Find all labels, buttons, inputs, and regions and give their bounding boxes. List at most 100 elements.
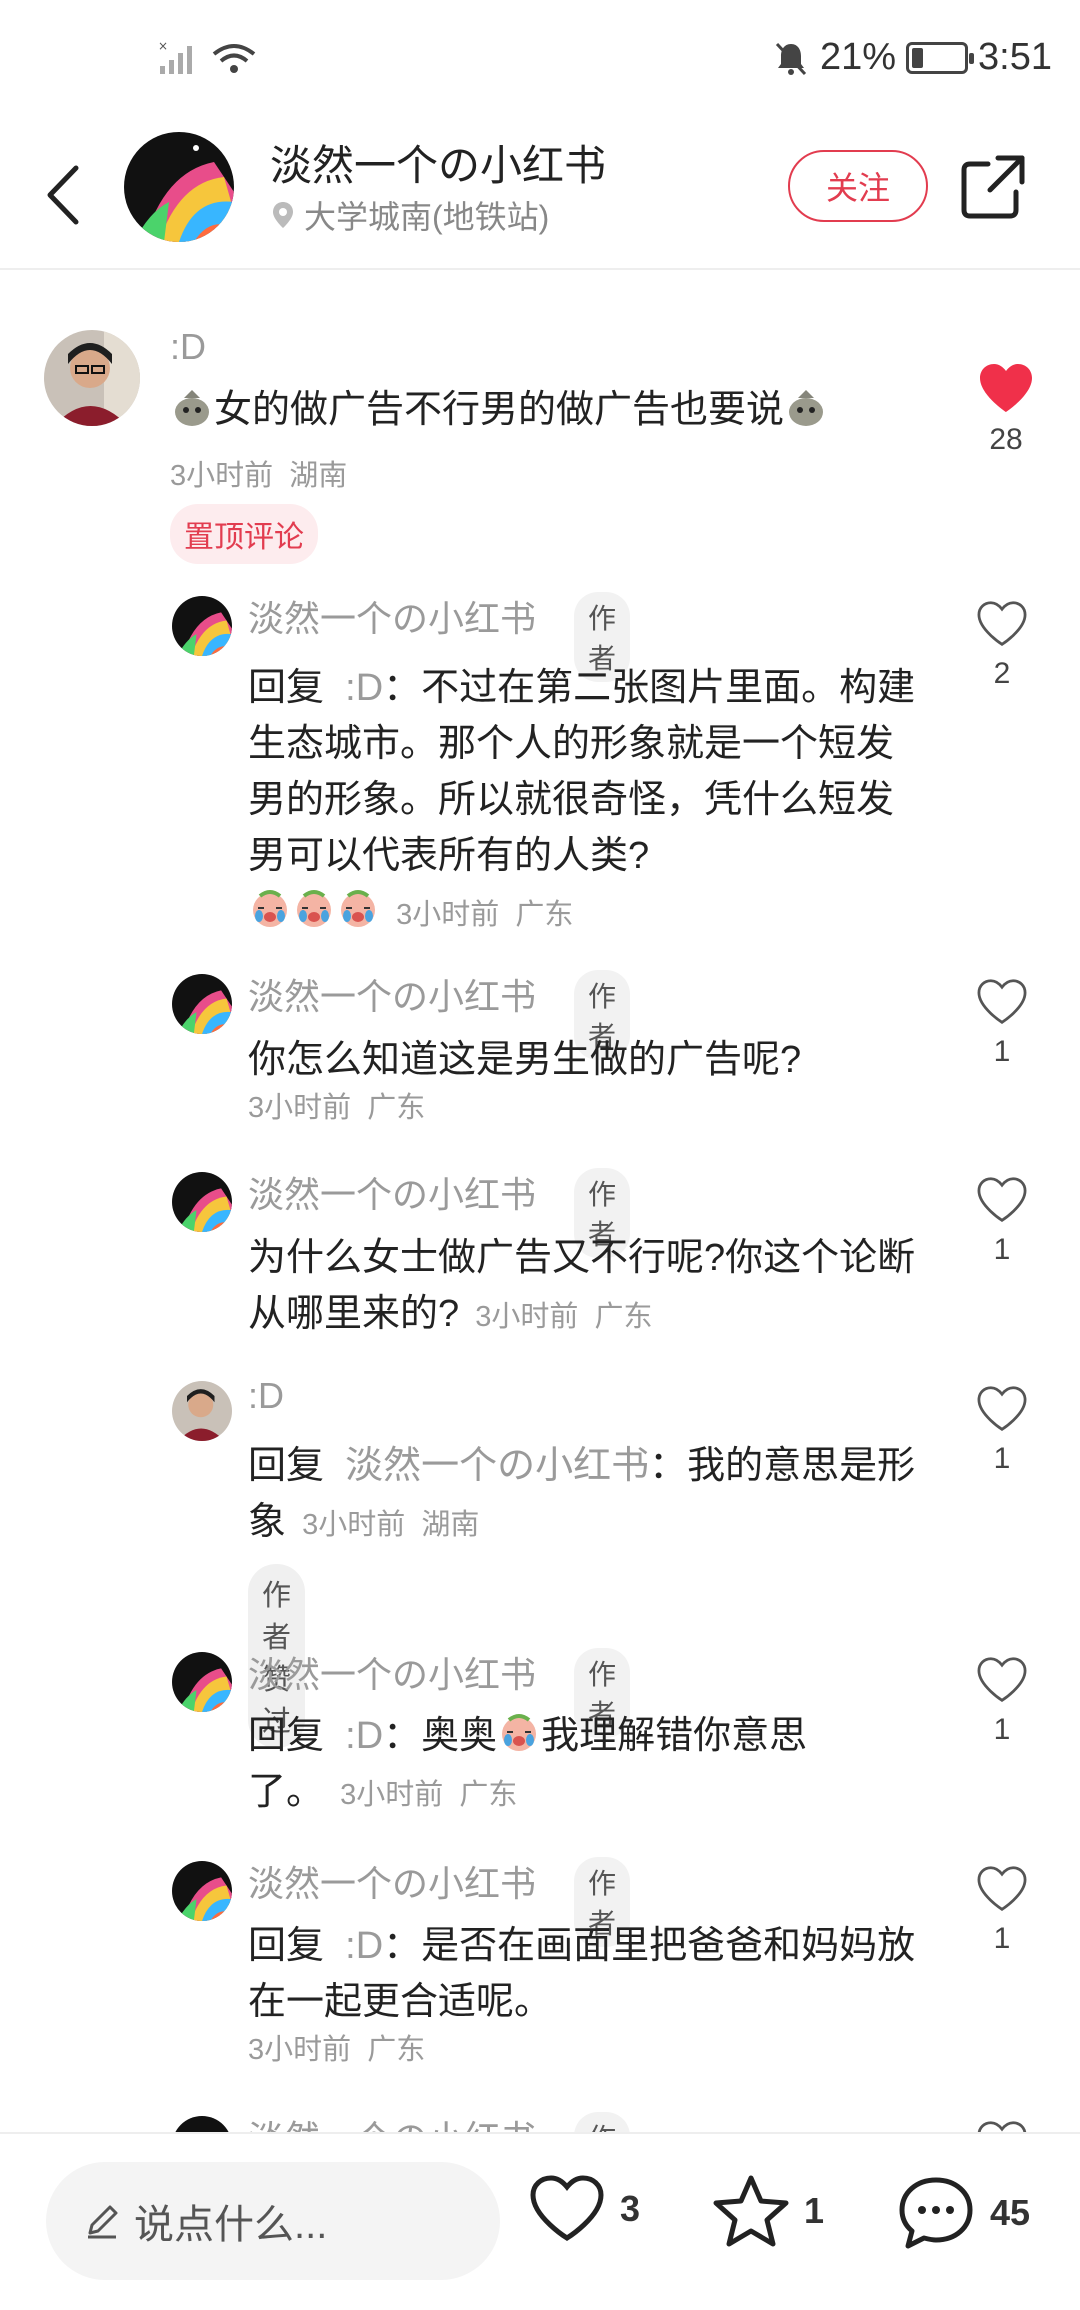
post-location[interactable]: 大学城南(地铁站)	[270, 192, 549, 238]
reply-region: 广东	[367, 2034, 426, 2066]
author-name[interactable]: 淡然一个の小红书	[270, 132, 606, 193]
reply-like-button[interactable]: 1	[962, 1656, 1042, 1747]
money-bag-emoji-icon	[175, 390, 209, 426]
pinned-badge: 置顶评论	[170, 504, 318, 564]
reply-meta: 3小时前 湖南	[286, 1509, 479, 1541]
svg-text:×: ×	[158, 40, 168, 53]
reply-meta: 3小时前 广东	[248, 1088, 928, 1128]
heart-outline-icon	[977, 1866, 1027, 1911]
reply-avatar[interactable]	[172, 1172, 232, 1232]
battery-percent: 21%	[819, 36, 897, 78]
commenter-avatar[interactable]	[44, 330, 140, 426]
reply-username[interactable]: 淡然一个の小红书	[248, 590, 536, 642]
post-like-button[interactable]: 3	[528, 2174, 640, 2244]
status-left: ×	[158, 40, 258, 76]
crying-face-emoji-icon	[253, 890, 287, 927]
reply-like-count: 1	[993, 1713, 1011, 1746]
reply-like-button[interactable]: 1	[962, 1865, 1042, 1956]
reply-avatar[interactable]	[172, 974, 232, 1034]
reply-like-button[interactable]: 1	[962, 1385, 1042, 1476]
post-comment-button[interactable]: 45	[896, 2174, 1030, 2252]
crying-face-emoji-icon	[502, 1714, 537, 1751]
back-arrow-icon[interactable]	[36, 150, 96, 240]
post-collect-count: 1	[804, 2190, 825, 2231]
reply-text: 为什么女士做广告又不行呢?你这个论断从哪里来的? 3小时前 广东	[248, 1230, 928, 1345]
battery-level	[912, 47, 924, 68]
heart-filled-icon	[980, 364, 1032, 412]
reply-time: 3小时前	[475, 1301, 579, 1333]
reply-body-a: 奥奥	[421, 1715, 498, 1757]
reply-region: 广东	[515, 899, 574, 931]
reply-avatar[interactable]	[172, 1381, 232, 1441]
reply-meta: 3小时前 广东	[248, 2030, 928, 2070]
reply-username[interactable]: 淡然一个の小红书	[248, 968, 536, 1020]
reply-username[interactable]: 淡然一个の小红书	[248, 1855, 536, 1907]
avatar-art-icon	[172, 974, 232, 1034]
heart-outline-icon	[977, 1657, 1027, 1702]
reply-text: 你怎么知道这是男生做的广告呢? 3小时前 广东	[248, 1032, 928, 1128]
avatar-art-icon	[172, 1172, 232, 1232]
clock: 3:51	[978, 36, 1052, 78]
comment-body: 女的做广告不行男的做广告也要说	[214, 389, 785, 431]
reply-meta: 3小时前 广东	[459, 1301, 652, 1333]
avatar-art-icon	[124, 132, 234, 242]
reply-avatar[interactable]	[172, 596, 232, 656]
author-avatar[interactable]	[124, 132, 234, 242]
reply-prefix: 回复	[248, 667, 325, 709]
heart-outline-icon	[977, 979, 1027, 1024]
heart-outline-icon	[530, 2175, 604, 2241]
commenter-name[interactable]: :D	[170, 326, 206, 368]
avatar-art-icon	[172, 596, 232, 656]
reply-target[interactable]: 淡然一个の小红书	[345, 1445, 649, 1487]
share-icon[interactable]	[958, 152, 1028, 222]
reply-region: 广东	[367, 1092, 426, 1124]
reply-like-button[interactable]: 1	[962, 978, 1042, 1069]
reply-like-count: 2	[993, 657, 1011, 690]
money-bag-emoji-icon	[789, 390, 824, 426]
reply-prefix: 回复	[248, 1445, 325, 1487]
location-label: 大学城南(地铁站)	[304, 199, 550, 235]
bell-muted-icon	[775, 42, 807, 75]
reply-target[interactable]: :D	[345, 667, 383, 709]
reply-region: 广东	[459, 1779, 518, 1811]
post-collect-button[interactable]: 1	[712, 2174, 824, 2248]
reply-like-count: 1	[993, 1233, 1011, 1266]
reply-like-button[interactable]: 1	[962, 1176, 1042, 1267]
avatar-art-icon	[172, 1652, 232, 1712]
comment-text: 女的做广告不行男的做广告也要说	[170, 382, 910, 438]
main-comment: :D 女的做广告不行男的做广告也要说 3小时前 湖南 置顶评论 28	[0, 320, 1080, 570]
wifi-icon	[212, 44, 256, 73]
reply-prefix: 回复	[248, 1715, 325, 1757]
reply-text: 回复 :D：奥奥 我理解错你意思了。 3小时前 广东	[248, 1708, 928, 1823]
reply-region: 湖南	[421, 1509, 480, 1541]
reply-username[interactable]: 淡然一个の小红书	[248, 1166, 536, 1218]
comment-input-placeholder: 说点什么...	[134, 2203, 328, 2247]
reply-target[interactable]: :D	[345, 1715, 383, 1757]
status-right: 21% 3:51	[772, 36, 1052, 79]
reply-username[interactable]: 淡然一个の小红书	[248, 1646, 536, 1698]
reply-like-count: 1	[993, 1035, 1011, 1068]
chat-bubble-icon	[899, 2177, 973, 2249]
reply-time: 3小时前	[302, 1509, 406, 1541]
reply-meta: 3小时前 广东	[324, 1779, 517, 1811]
pencil-icon	[88, 2205, 118, 2239]
reply-avatar[interactable]	[172, 1652, 232, 1712]
signal-icon: ×	[158, 40, 192, 74]
reply-like-count: 1	[993, 1922, 1011, 1955]
bottom-bar: 说点什么... 3 1 45	[0, 2132, 1080, 2310]
reply-username[interactable]: :D	[248, 1375, 284, 1417]
like-button[interactable]: 28	[966, 362, 1046, 457]
post-like-count: 3	[620, 2188, 641, 2229]
reply-meta: 3小时前 广东	[380, 899, 573, 931]
reply-time: 3小时前	[396, 899, 500, 931]
reply-avatar[interactable]	[172, 1861, 232, 1921]
comment-input[interactable]: 说点什么...	[46, 2162, 500, 2280]
reply-like-button[interactable]: 2	[962, 600, 1042, 691]
follow-button[interactable]: 关注	[788, 150, 928, 222]
reply-text: 回复 :D：是否在画面里把爸爸和妈妈放在一起更合适呢。 3小时前 广东	[248, 1918, 928, 2070]
reply-prefix: 回复	[248, 1925, 325, 1967]
reply-target[interactable]: :D	[345, 1925, 383, 1967]
heart-outline-icon	[977, 601, 1027, 646]
post-comment-count: 45	[990, 2192, 1031, 2233]
location-pin-icon	[273, 202, 293, 228]
